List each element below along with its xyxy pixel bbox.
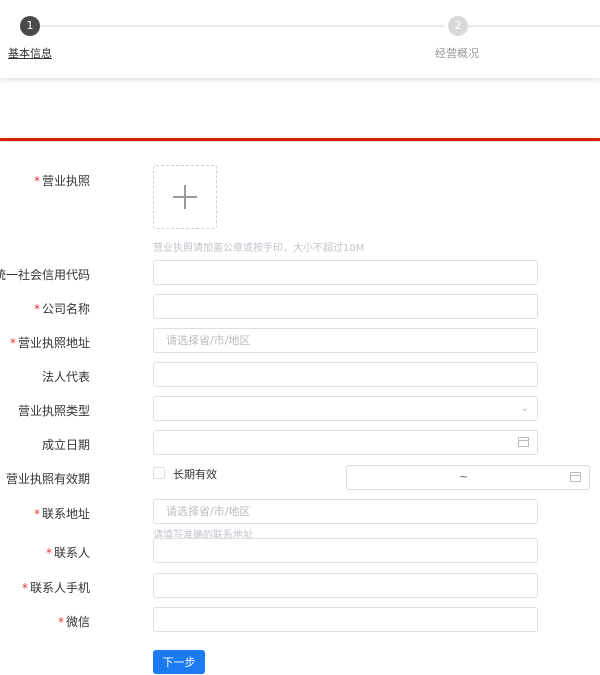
contact-address-select[interactable]: 请选择省/市/地区	[153, 499, 538, 524]
company-name-input[interactable]	[153, 294, 538, 319]
contact-phone-label: * 联系人手机	[21, 581, 90, 595]
license-validity-label: 营业执照有效期	[5, 472, 90, 486]
long-term-label[interactable]: 长期有效	[173, 466, 217, 482]
long-term-checkbox[interactable]	[153, 467, 165, 479]
found-date-picker[interactable]	[153, 430, 538, 455]
calendar-icon	[570, 472, 581, 482]
license-type-label: 营业执照类型	[17, 404, 90, 418]
plus-icon-v	[184, 185, 186, 209]
steps-header: 1 基本信息 2 经营概况	[0, 0, 600, 78]
legal-rep-input[interactable]	[153, 362, 538, 387]
calendar-icon	[518, 437, 529, 447]
contact-phone-input[interactable]	[153, 573, 538, 598]
license-address-label: * 营业执照地址	[9, 336, 90, 350]
credit-code-label: 统一社会信用代码	[0, 268, 90, 282]
found-date-label: 成立日期	[41, 438, 90, 452]
step-2-circle[interactable]: 2	[448, 16, 468, 36]
contact-address-label: * 联系地址	[33, 507, 90, 521]
license-type-select[interactable]: ⌄	[153, 396, 538, 421]
legal-rep-label: 法人代表	[41, 370, 90, 384]
validity-date-range[interactable]: ~	[346, 465, 590, 490]
company-name-label: * 公司名称	[33, 302, 90, 316]
step-1-circle[interactable]: 1	[20, 16, 40, 36]
step-1-label[interactable]: 基本信息	[8, 45, 52, 61]
step-2-label[interactable]: 经营概况	[435, 45, 479, 61]
license-address-select[interactable]: 请选择省/市/地区	[153, 328, 538, 353]
wechat-label: * 微信	[57, 615, 90, 629]
license-label: * 营业执照	[33, 174, 90, 188]
license-hint: 营业执照请加盖公章或按手印，大小不超过10M	[153, 243, 365, 254]
contact-person-input[interactable]	[153, 538, 538, 563]
wechat-input[interactable]	[153, 607, 538, 632]
step-connector	[38, 25, 444, 27]
range-separator: ~	[459, 470, 469, 483]
contact-person-label: * 联系人	[45, 546, 90, 560]
section-divider	[0, 138, 600, 141]
step-connector-tail	[468, 25, 600, 27]
chevron-down-icon: ⌄	[520, 403, 529, 414]
license-upload[interactable]	[153, 165, 217, 229]
next-step-button[interactable]: 下一步	[153, 650, 205, 674]
credit-code-input[interactable]	[153, 260, 538, 285]
